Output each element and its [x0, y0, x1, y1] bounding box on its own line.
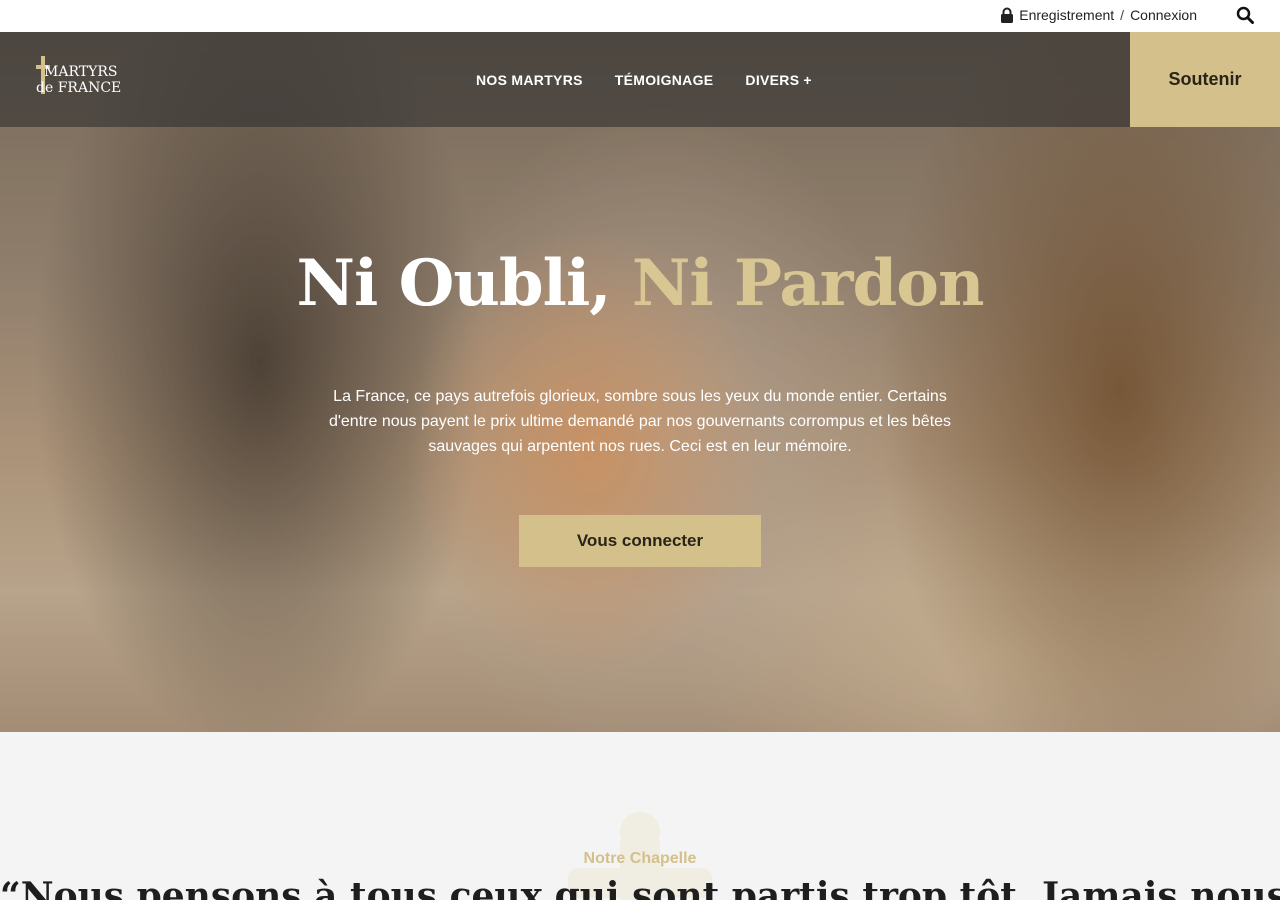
- section-label: Notre Chapelle: [583, 850, 697, 867]
- search-icon[interactable]: [1236, 6, 1254, 24]
- logo-line-1: MARTYRS: [44, 64, 118, 80]
- menu-item-divers[interactable]: DIVERS +: [745, 72, 811, 88]
- support-button[interactable]: Soutenir: [1130, 32, 1280, 127]
- menu-item-divers-label: DIVERS: [745, 72, 800, 88]
- plus-icon: +: [803, 72, 812, 88]
- hero-background: [0, 32, 1280, 732]
- auth-links: Enregistrement / Connexion: [1000, 7, 1197, 23]
- login-link[interactable]: Connexion: [1130, 7, 1197, 23]
- hero-title-gold: Ni Pardon: [631, 246, 985, 321]
- menu-item-temoignage[interactable]: TÉMOIGNAGE: [615, 72, 714, 88]
- top-bar: Enregistrement / Connexion: [0, 0, 1280, 32]
- hero-title: Ni Oubli, Ni Pardon: [0, 244, 1280, 324]
- login-cta-button[interactable]: Vous connecter: [519, 515, 761, 567]
- logo-line-2: de FRANCE: [36, 80, 122, 96]
- hero-description: La France, ce pays autrefois glorieux, s…: [328, 388, 952, 455]
- hero-title-white: Ni Oubli,: [296, 246, 612, 321]
- menu-item-nos-martyrs[interactable]: NOS MARTYRS: [476, 72, 583, 88]
- lock-icon: [1001, 7, 1014, 23]
- register-link[interactable]: Enregistrement: [1019, 7, 1114, 23]
- section-quote: “Nous pensons à tous ceux qui sont parti…: [0, 875, 1280, 900]
- main-nav: MARTYRS de FRANCE NOS MARTYRS TÉMOIGNAGE…: [0, 32, 1280, 127]
- auth-separator: /: [1120, 7, 1125, 23]
- site-logo[interactable]: MARTYRS de FRANCE: [36, 54, 146, 104]
- main-menu: NOS MARTYRS TÉMOIGNAGE DIVERS +: [476, 72, 812, 88]
